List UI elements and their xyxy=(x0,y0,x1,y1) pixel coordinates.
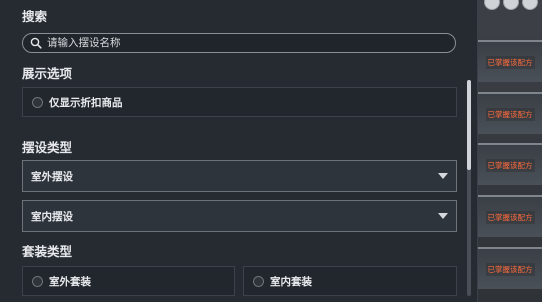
indoor-set-label: 室内套装 xyxy=(270,275,312,288)
caret-down-icon xyxy=(438,213,448,219)
scrollbar[interactable] xyxy=(467,80,471,296)
learned-recipe-badge: 已掌握该配方 xyxy=(485,158,535,172)
indoor-set-option[interactable]: 室内套装 xyxy=(243,266,457,296)
search-icon xyxy=(27,34,45,52)
filter-panel: 搜索 展示选项 仅显示折扣商品 摆设类型 室外摆设 室内摆设 套装类型 室外套装… xyxy=(0,0,478,302)
search-input[interactable] xyxy=(45,37,455,49)
indoor-set-radio[interactable] xyxy=(253,275,264,287)
learned-recipe-badge: 已掌握该配方 xyxy=(485,55,535,69)
display-options-title: 展示选项 xyxy=(22,66,73,81)
discount-only-radio[interactable] xyxy=(32,96,43,108)
recipe-card[interactable]: 已掌握该配方 xyxy=(478,92,542,134)
learned-recipe-badge: 已掌握该配方 xyxy=(485,262,535,276)
scrollbar-thumb[interactable] xyxy=(467,80,471,170)
caret-down-icon xyxy=(438,173,448,179)
indoor-decoration-dropdown[interactable]: 室内摆设 xyxy=(22,200,457,232)
top-controls xyxy=(484,0,542,14)
outdoor-decoration-dropdown[interactable]: 室外摆设 xyxy=(22,160,457,192)
dropdown-label: 室外摆设 xyxy=(31,170,73,183)
learned-recipe-badge: 已掌握该配方 xyxy=(485,107,535,121)
recipe-card[interactable]: 已掌握该配方 xyxy=(478,195,542,237)
search-section-title: 搜索 xyxy=(22,9,48,24)
recipe-card[interactable]: 已掌握该配方 xyxy=(478,247,542,289)
window-control-icon[interactable] xyxy=(503,0,519,10)
dropdown-label: 室内摆设 xyxy=(31,210,73,223)
recipe-card[interactable]: 已掌握该配方 xyxy=(478,40,542,82)
window-control-icon[interactable] xyxy=(522,0,538,10)
outdoor-set-option[interactable]: 室外套装 xyxy=(22,266,235,296)
set-type-title: 套装类型 xyxy=(22,244,73,259)
outdoor-set-label: 室外套装 xyxy=(49,275,91,288)
decoration-type-title: 摆设类型 xyxy=(22,140,73,155)
discount-only-option[interactable]: 仅显示折扣商品 xyxy=(22,87,457,117)
discount-only-label: 仅显示折扣商品 xyxy=(49,96,123,109)
search-box[interactable] xyxy=(22,33,456,53)
recipe-card[interactable]: 已掌握该配方 xyxy=(478,143,542,185)
window-control-icon[interactable] xyxy=(484,0,500,10)
outdoor-set-radio[interactable] xyxy=(32,275,43,287)
learned-recipe-badge: 已掌握该配方 xyxy=(485,210,535,224)
